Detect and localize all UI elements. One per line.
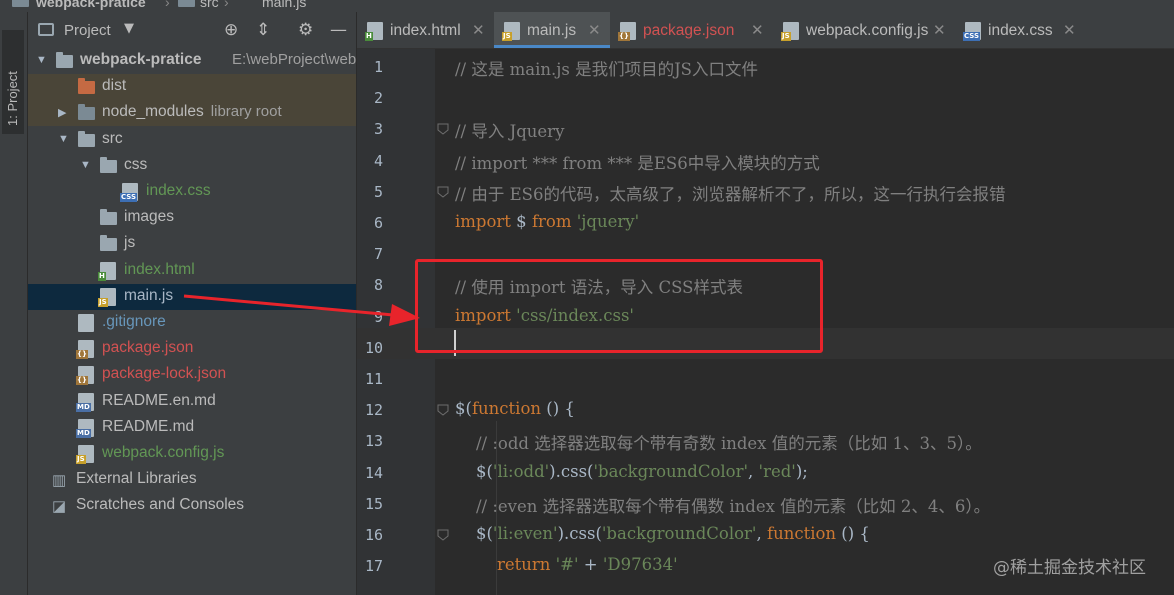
annotation-arrow <box>183 294 420 326</box>
watermark: @稀土掘金技术社区 <box>993 558 1146 578</box>
